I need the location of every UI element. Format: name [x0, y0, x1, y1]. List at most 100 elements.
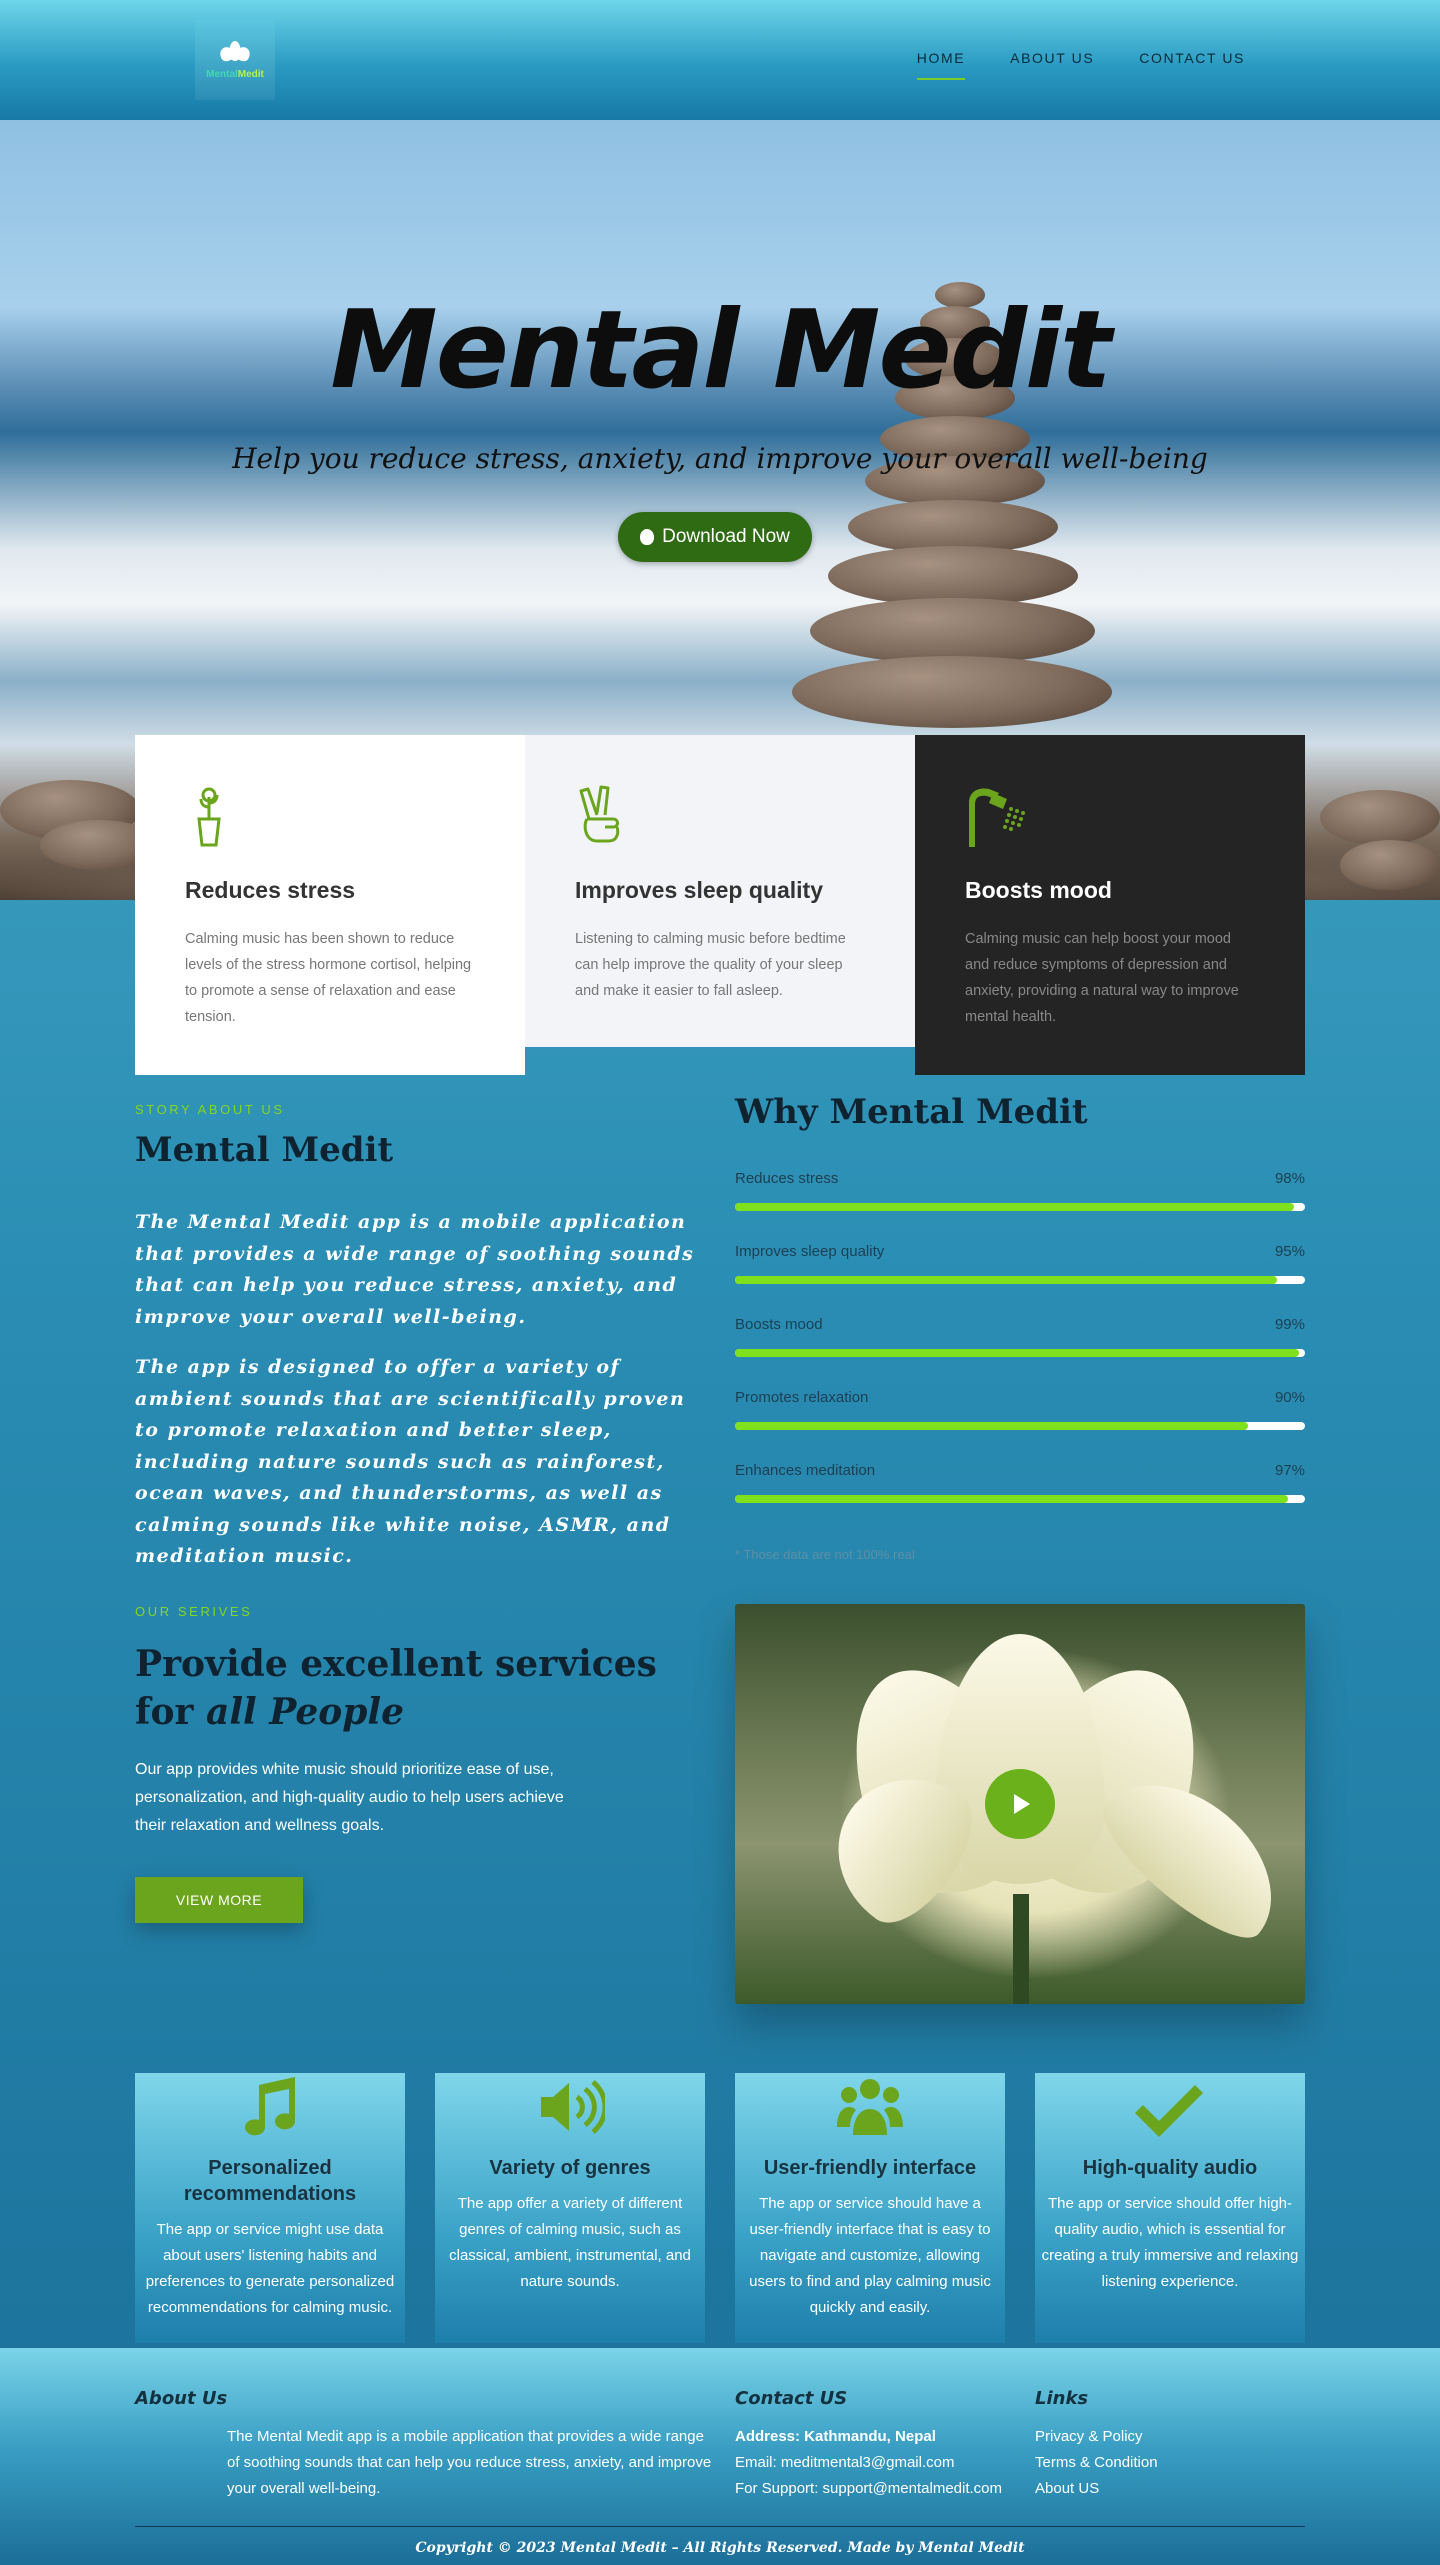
speaker-volume-icon	[535, 2077, 608, 2137]
feature-card-personalized: Personalized recommendations The app or …	[135, 2073, 405, 2343]
skill-fill	[735, 1203, 1294, 1211]
feature-card-variety-genres: Variety of genres The app offer a variet…	[435, 2073, 705, 2343]
footer-links-title: Links	[1035, 2388, 1089, 2409]
skill-bar: Improves sleep quality 95%	[735, 1243, 1305, 1284]
footer-support[interactable]: For Support: support@mentalmedit.com	[735, 2476, 1002, 2502]
skill-percent: 95%	[1274, 1243, 1305, 1260]
footer-address: Address: Kathmandu, Nepal	[735, 2428, 936, 2445]
hero-tagline: Help you reduce stress, anxiety, and imp…	[232, 442, 1208, 475]
skill-row: Boosts mood 99%	[735, 1316, 1305, 1333]
footer-links: Privacy & Policy Terms & Condition About…	[1035, 2424, 1158, 2502]
skill-percent: 90%	[1274, 1389, 1305, 1406]
video-player[interactable]	[735, 1604, 1305, 2004]
nav-home[interactable]: HOME	[916, 50, 966, 80]
feature-title: Personalized recommendations	[183, 2157, 357, 2205]
footer-divider	[135, 2526, 1305, 2527]
peace-hand-icon	[575, 785, 623, 847]
main-nav: HOME ABOUT US CONTACT US	[916, 50, 1245, 80]
feature-title: High-quality audio	[1082, 2157, 1258, 2179]
site-footer: About Us The Mental Medit app is a mobil…	[0, 2348, 1440, 2565]
footer-about-text: The Mental Medit app is a mobile applica…	[227, 2428, 712, 2497]
skill-track	[735, 1495, 1305, 1503]
hero-title: Mental Medit	[330, 288, 1111, 413]
skill-bar: Boosts mood 99%	[735, 1316, 1305, 1357]
skill-bar: Promotes relaxation 90%	[735, 1389, 1305, 1430]
play-button[interactable]	[985, 1769, 1055, 1839]
copyright: Copyright © 2023 Mental Medit – All Righ…	[415, 2540, 1025, 2556]
lotus-icon	[217, 40, 253, 64]
site-header: MentalMedit HOME ABOUT US CONTACT US	[0, 0, 1440, 120]
story-eyebrow: STORY ABOUT US	[135, 1102, 285, 1117]
skill-percent: 99%	[1274, 1316, 1305, 1333]
skill-fill	[735, 1495, 1288, 1503]
feature-card-user-friendly: User-friendly interface The app or servi…	[735, 2073, 1005, 2343]
skill-track	[735, 1203, 1305, 1211]
skill-bar: Enhances meditation 97%	[735, 1462, 1305, 1503]
skill-label: Reduces stress	[735, 1170, 839, 1187]
checkmark-icon	[1135, 2077, 1205, 2137]
skill-fill	[735, 1349, 1300, 1357]
feature-text: The app or service should offer high-qua…	[1041, 2195, 1299, 2290]
nav-about-us[interactable]: ABOUT US	[1010, 50, 1094, 66]
skill-percent: 98%	[1274, 1170, 1305, 1187]
skill-track	[735, 1276, 1305, 1284]
skill-track	[735, 1422, 1305, 1430]
skill-bar: Reduces stress 98%	[735, 1170, 1305, 1211]
benefit-card-reduces-stress: Reduces stress Calming music has been sh…	[135, 735, 525, 1075]
footer-email[interactable]: Email: meditmental3@gmail.com	[735, 2450, 1002, 2476]
apple-icon	[640, 529, 655, 545]
services-title-line1: Provide excellent services	[135, 1643, 657, 1685]
benefit-card-boosts-mood: Boosts mood Calming music can help boost…	[915, 735, 1305, 1075]
skill-fill	[735, 1422, 1248, 1430]
benefit-text: Listening to calming music before bedtim…	[575, 931, 846, 999]
site-logo[interactable]: MentalMedit	[195, 20, 275, 100]
services-eyebrow: OUR SERIVES	[135, 1604, 253, 1619]
cactus-icon	[185, 785, 233, 847]
services-title: Provide excellent services for all Peopl…	[135, 1640, 657, 1736]
skill-fill	[735, 1276, 1277, 1284]
why-title: Why Mental Medit	[735, 1092, 1088, 1132]
skill-row: Enhances meditation 97%	[735, 1462, 1305, 1479]
logo-text: MentalMedit	[206, 68, 264, 80]
services-text: Our app provides white music should prio…	[135, 1761, 564, 1834]
story-paragraph-2: The app is designed to offer a variety o…	[135, 1356, 686, 1567]
users-group-icon	[835, 2077, 905, 2137]
services-title-emphasis: all People	[206, 1691, 404, 1733]
feature-text: The app or service might use data about …	[145, 2221, 395, 2316]
skill-row: Reduces stress 98%	[735, 1170, 1305, 1187]
feature-title: User-friendly interface	[763, 2157, 977, 2179]
skill-percent: 97%	[1274, 1462, 1305, 1479]
skill-row: Promotes relaxation 90%	[735, 1389, 1305, 1406]
benefit-text: Calming music has been shown to reduce l…	[185, 931, 472, 1025]
feature-card-high-quality-audio: High-quality audio The app or service sh…	[1035, 2073, 1305, 2343]
download-now-button[interactable]: Download Now	[618, 512, 812, 562]
play-icon	[1014, 1794, 1030, 1814]
view-more-button[interactable]: VIEW MORE	[135, 1877, 303, 1923]
footer-about-title: About Us	[135, 2388, 228, 2409]
shower-icon	[965, 785, 1025, 847]
footer-link-terms[interactable]: Terms & Condition	[1035, 2450, 1158, 2476]
skill-track	[735, 1349, 1305, 1357]
footer-link-privacy[interactable]: Privacy & Policy	[1035, 2424, 1158, 2450]
music-note-icon	[235, 2077, 305, 2137]
benefit-title: Improves sleep quality	[575, 877, 823, 903]
skill-label: Improves sleep quality	[735, 1243, 885, 1260]
story-paragraph-1: The Mental Medit app is a mobile applica…	[135, 1211, 695, 1328]
benefit-title: Reduces stress	[185, 877, 356, 903]
data-disclaimer: * Those data are not 100% real	[735, 1547, 915, 1562]
footer-link-about[interactable]: About US	[1035, 2476, 1158, 2502]
skill-label: Boosts mood	[735, 1316, 823, 1333]
download-button-label: Download Now	[662, 526, 790, 547]
feature-title: Variety of genres	[489, 2157, 651, 2179]
feature-text: The app offer a variety of different gen…	[449, 2195, 691, 2290]
benefit-card-improves-sleep: Improves sleep quality Listening to calm…	[525, 735, 915, 1047]
story-title: Mental Medit	[135, 1130, 394, 1170]
feature-text: The app or service should have a user-fr…	[749, 2195, 991, 2316]
benefit-title: Boosts mood	[965, 877, 1112, 903]
benefit-text: Calming music can help boost your mood a…	[965, 931, 1239, 1025]
footer-contact-title: Contact US	[735, 2388, 848, 2409]
skill-label: Enhances meditation	[735, 1462, 876, 1479]
skill-row: Improves sleep quality 95%	[735, 1243, 1305, 1260]
nav-contact-us[interactable]: CONTACT US	[1139, 50, 1245, 66]
services-title-for: for	[135, 1691, 206, 1733]
